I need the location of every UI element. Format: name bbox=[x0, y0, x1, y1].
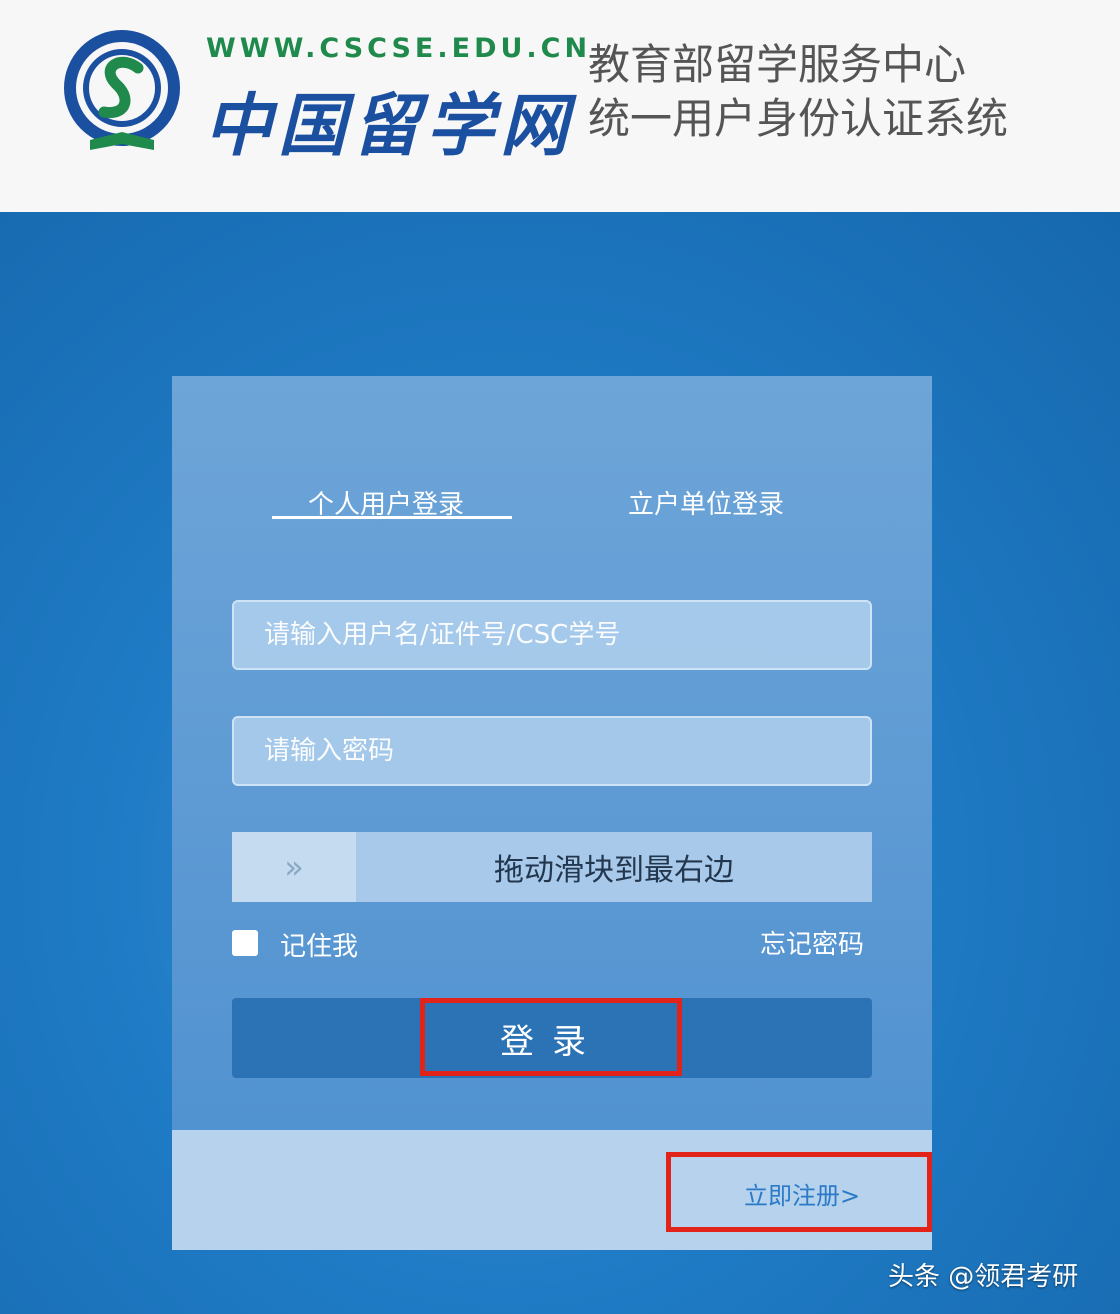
captcha-slider: » 拖动滑块到最右边 bbox=[232, 832, 872, 902]
site-name: 中国留学网 bbox=[204, 86, 575, 166]
system-title-line2: 统一用户身份认证系统 bbox=[588, 94, 1009, 143]
password-field bbox=[232, 716, 872, 786]
username-field bbox=[232, 600, 872, 670]
tab-unit-login[interactable]: 立户单位登录 bbox=[628, 484, 784, 521]
double-chevron-right-icon: » bbox=[284, 848, 304, 886]
register-highlight-box bbox=[666, 1152, 932, 1232]
active-tab-indicator bbox=[272, 516, 512, 519]
remember-me-checkbox[interactable] bbox=[232, 930, 258, 956]
system-title-line1: 教育部留学服务中心 bbox=[588, 40, 967, 89]
site-url: WWW.CSCSE.EDU.CN bbox=[206, 33, 592, 64]
remember-me-label: 记住我 bbox=[280, 932, 359, 962]
slider-handle[interactable]: » bbox=[232, 832, 356, 902]
login-panel: 个人用户登录 立户单位登录 » 拖动滑块到最右边 记住我 忘记密码 登录 立即注… bbox=[172, 376, 932, 1250]
username-input[interactable] bbox=[234, 602, 870, 668]
watermark: 头条 @领君考研 bbox=[888, 1262, 1079, 1292]
slider-hint: 拖动滑块到最右边 bbox=[494, 853, 734, 888]
forgot-password-link[interactable]: 忘记密码 bbox=[760, 924, 864, 961]
password-input[interactable] bbox=[234, 718, 870, 784]
login-highlight-box bbox=[420, 998, 682, 1076]
system-title: 教育部留学服务中心 统一用户身份认证系统 bbox=[588, 38, 1008, 146]
cscse-logo-icon bbox=[64, 30, 180, 150]
site-header: WWW.CSCSE.EDU.CN 中国留学网 教育部留学服务中心 统一用户身份认… bbox=[0, 0, 1120, 212]
